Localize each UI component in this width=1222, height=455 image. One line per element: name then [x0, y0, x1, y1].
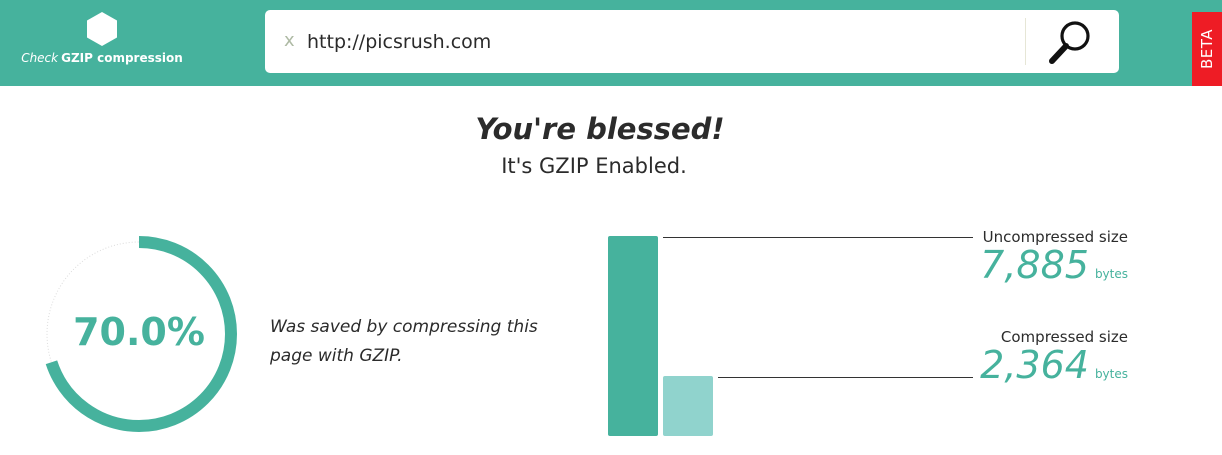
uncompressed-value: 7,885 bytes	[828, 243, 1128, 287]
savings-description: Was saved by compressing this page with …	[270, 317, 538, 366]
tagline: Check GZIP compression	[0, 51, 204, 65]
url-search-box: x	[265, 10, 1119, 73]
page: CheckGZIP compression x BETA You're bles…	[0, 0, 1222, 455]
uncompressed-bytes: 7,885	[980, 243, 1089, 287]
result-subhead: It's GZIP Enabled.	[501, 154, 687, 178]
clear-url-button[interactable]: x	[284, 30, 298, 52]
compressed-value: 2,364 bytes	[828, 343, 1128, 387]
brand[interactable]: Check GZIP compression	[0, 0, 260, 86]
size-comparison: Uncompressed size 7,885 bytes Compressed …	[600, 225, 1160, 445]
search-divider	[1025, 18, 1026, 65]
uncompressed-bar	[608, 236, 658, 436]
compressed-bytes: 2,364	[980, 343, 1089, 387]
tagline-bold: GZIP compression	[61, 51, 183, 65]
compressed-unit: bytes	[1094, 367, 1128, 381]
hexagon-logo-icon	[87, 12, 117, 46]
uncompressed-unit: bytes	[1094, 267, 1128, 281]
search-button[interactable]	[1041, 16, 1099, 68]
beta-badge[interactable]: BETA	[1192, 12, 1222, 86]
result-headline: You're blessed!	[475, 112, 725, 146]
url-input[interactable]	[307, 26, 1007, 58]
magnifier-search-icon	[1049, 21, 1090, 64]
header-bar: CheckGZIP compression x BETA	[0, 0, 1222, 86]
savings-percent: 70.0%	[73, 310, 205, 354]
compressed-bar	[663, 376, 713, 436]
beta-label: BETA	[1198, 28, 1216, 70]
tagline-lite: Check	[21, 51, 59, 65]
